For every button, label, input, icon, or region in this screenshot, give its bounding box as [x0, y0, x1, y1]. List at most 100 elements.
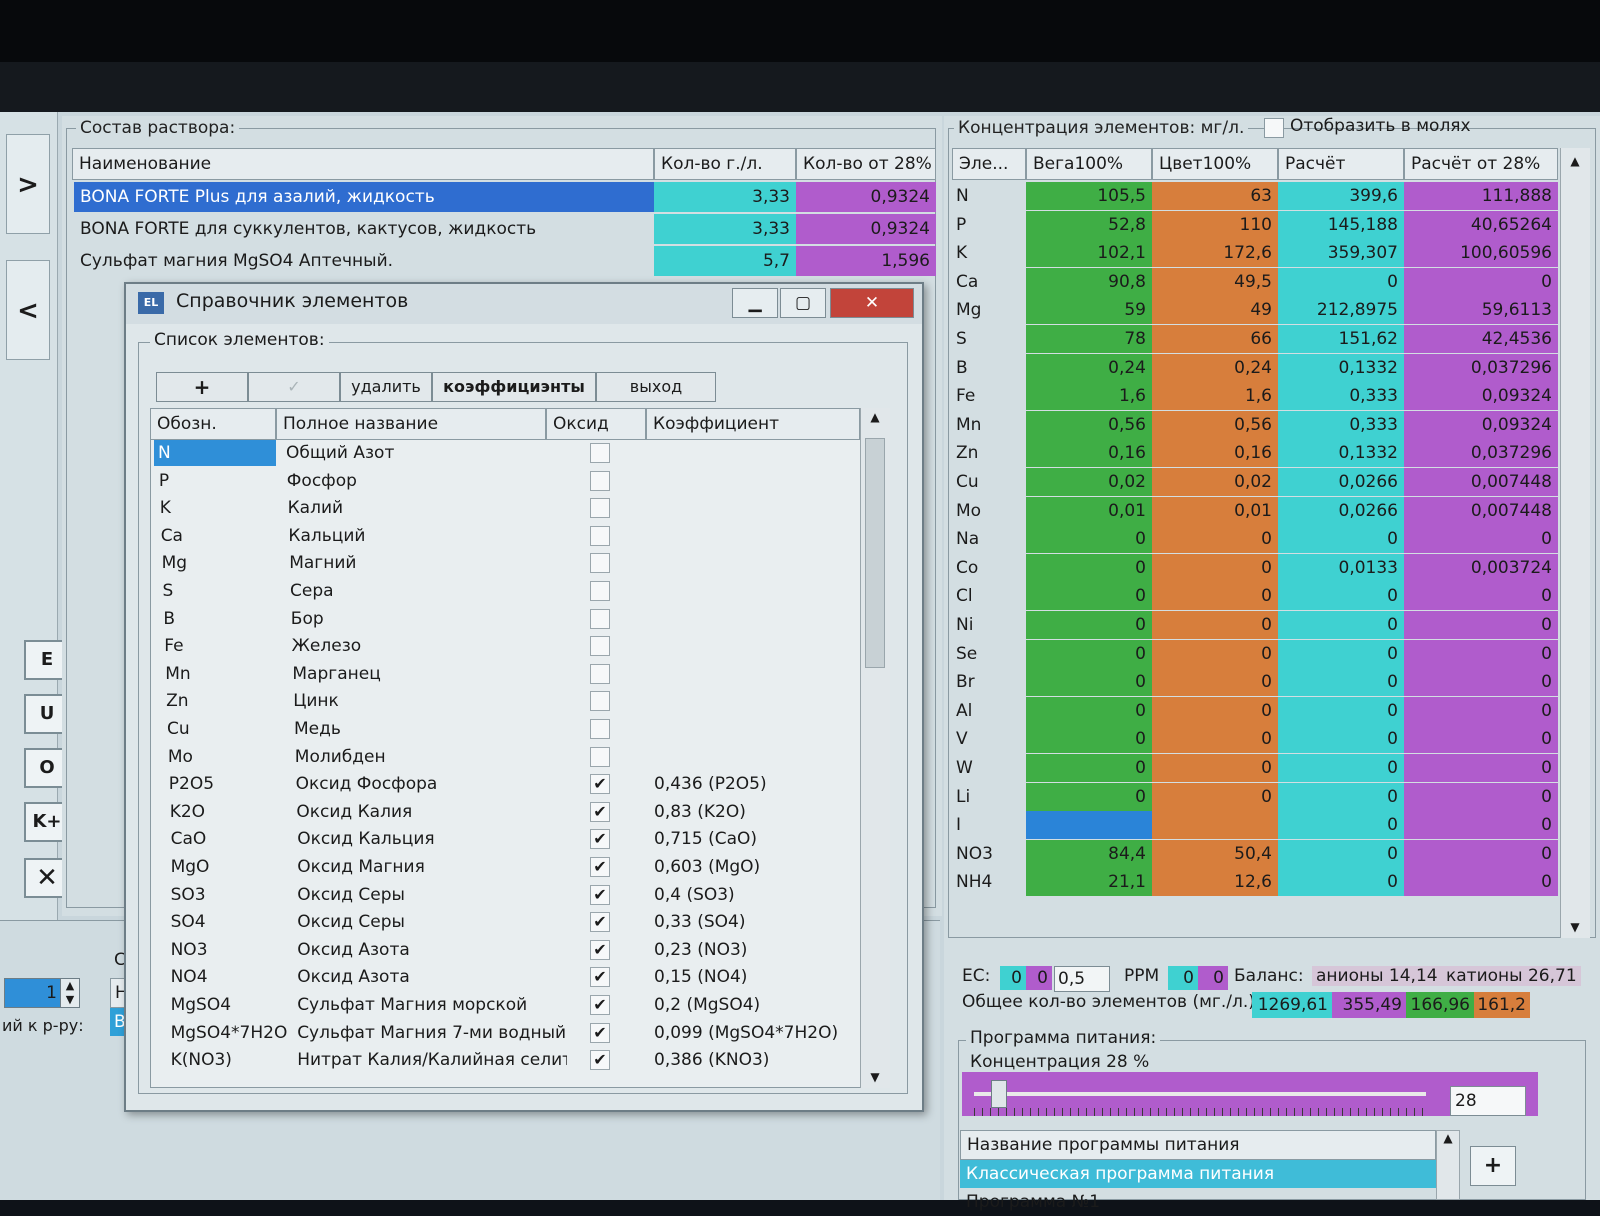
element-fullname[interactable]: Медь: [294, 716, 564, 742]
element-symbol[interactable]: Ca: [952, 268, 1026, 296]
element-symbol[interactable]: Ni: [952, 611, 1026, 639]
vega-value[interactable]: 0: [1026, 611, 1152, 639]
vega-value[interactable]: [1026, 811, 1152, 839]
composition-row-name[interactable]: BONA FORTE для суккулентов, кактусов, жи…: [74, 214, 654, 244]
oxide-checkbox[interactable]: [590, 526, 610, 546]
program-list-item-selected[interactable]: Классическая программа питания: [960, 1160, 1436, 1188]
col-header-name[interactable]: Наименование: [72, 148, 654, 180]
element-coefficient[interactable]: [654, 440, 858, 466]
concentration-scrollbar[interactable]: ▲ ▼: [1560, 148, 1590, 938]
element-symbol[interactable]: S: [159, 578, 281, 604]
composition-row-qty[interactable]: 3,33: [654, 214, 796, 244]
element-fullname[interactable]: Сульфат Магния морской: [297, 992, 567, 1018]
tsvet-value[interactable]: 0: [1152, 697, 1278, 725]
scroll-down-icon[interactable]: ▼: [1561, 920, 1589, 934]
element-symbol[interactable]: Cl: [952, 582, 1026, 610]
element-symbol[interactable]: Zn: [952, 439, 1026, 467]
element-symbol[interactable]: NO3: [167, 937, 289, 963]
element-symbol[interactable]: Na: [952, 525, 1026, 553]
oxide-checkbox-checked[interactable]: ✔: [590, 940, 610, 960]
elements-scrollbar[interactable]: ▲ ▼: [860, 408, 890, 1088]
element-symbol[interactable]: P: [952, 211, 1026, 239]
col-header-oxide[interactable]: Оксид: [546, 408, 646, 440]
tsvet-value[interactable]: 12,6: [1152, 868, 1278, 896]
element-symbol[interactable]: P: [155, 468, 277, 494]
element-fullname[interactable]: Оксид Азота: [297, 937, 567, 963]
dialog-minimize-icon[interactable]: ▁: [732, 288, 778, 318]
tsvet-value[interactable]: 0: [1152, 525, 1278, 553]
oxide-checkbox-checked[interactable]: ✔: [590, 829, 610, 849]
element-coefficient[interactable]: 0,4 (SO3): [654, 882, 858, 908]
element-coefficient[interactable]: [654, 688, 858, 714]
vega-value[interactable]: 102,1: [1026, 239, 1152, 267]
element-symbol[interactable]: MgSO4: [167, 992, 289, 1018]
element-symbol[interactable]: Cu: [163, 716, 285, 742]
vega-value[interactable]: 0: [1026, 697, 1152, 725]
vega-value[interactable]: 0: [1026, 554, 1152, 582]
element-symbol[interactable]: Li: [952, 783, 1026, 811]
prev-button[interactable]: <: [6, 260, 50, 360]
vega-value[interactable]: 0: [1026, 754, 1152, 782]
element-symbol[interactable]: NO3: [952, 840, 1026, 868]
element-coefficient[interactable]: [654, 606, 858, 632]
col-header-qty[interactable]: Кол-во г./л.: [654, 148, 796, 180]
vega-value[interactable]: 52,8: [1026, 211, 1152, 239]
element-symbol[interactable]: S: [952, 325, 1026, 353]
oxide-checkbox-checked[interactable]: ✔: [590, 802, 610, 822]
element-symbol[interactable]: Ca: [157, 523, 279, 549]
oxide-checkbox-checked[interactable]: ✔: [590, 774, 610, 794]
oxide-checkbox[interactable]: [590, 664, 610, 684]
scroll-down-icon[interactable]: ▼: [861, 1070, 889, 1084]
element-symbol[interactable]: Mg: [158, 550, 280, 576]
element-fullname[interactable]: Оксид Кальция: [297, 826, 567, 852]
program-list-header[interactable]: Название программы питания: [960, 1130, 1436, 1160]
composition-row-qty[interactable]: 5,7: [654, 246, 796, 276]
composition-row-name[interactable]: BONA FORTE Plus для азалий, жидкость: [74, 182, 654, 212]
element-symbol[interactable]: K: [952, 239, 1026, 267]
element-symbol[interactable]: P2O5: [165, 771, 287, 797]
coefficients-button[interactable]: коэффициэнты: [432, 372, 596, 402]
tsvet-value[interactable]: 0: [1152, 725, 1278, 753]
moles-checkbox[interactable]: [1264, 118, 1284, 138]
tsvet-value[interactable]: 0,02: [1152, 468, 1278, 496]
element-symbol[interactable]: K2O: [166, 799, 288, 825]
element-symbol[interactable]: Fe: [160, 633, 282, 659]
oxide-checkbox-checked[interactable]: ✔: [590, 967, 610, 987]
col-header-vega[interactable]: Вега100%: [1026, 148, 1152, 180]
vega-value[interactable]: 0,01: [1026, 497, 1152, 525]
tsvet-value[interactable]: 0: [1152, 783, 1278, 811]
oxide-checkbox[interactable]: [590, 636, 610, 656]
col-header-tsvet[interactable]: Цвет100%: [1152, 148, 1278, 180]
composition-row-name[interactable]: Сульфат магния MgSO4 Аптечный.: [74, 246, 654, 276]
tsvet-value[interactable]: 0: [1152, 611, 1278, 639]
element-symbol[interactable]: SO4: [167, 909, 289, 935]
vega-value[interactable]: 90,8: [1026, 268, 1152, 296]
element-fullname[interactable]: Железо: [292, 633, 562, 659]
element-coefficient[interactable]: 0,15 (NO4): [654, 964, 858, 990]
tsvet-value[interactable]: 63: [1152, 182, 1278, 210]
element-symbol[interactable]: V: [952, 725, 1026, 753]
element-coefficient[interactable]: 0,099 (MgSO4*7H2O): [654, 1020, 858, 1046]
element-symbol[interactable]: Mo: [952, 497, 1026, 525]
col-header-coef[interactable]: Коэффициент: [646, 408, 860, 440]
element-symbol[interactable]: Cu: [952, 468, 1026, 496]
tsvet-value[interactable]: 0: [1152, 668, 1278, 696]
element-fullname[interactable]: Кальций: [288, 523, 558, 549]
element-coefficient[interactable]: [654, 468, 858, 494]
element-fullname[interactable]: Оксид Азота: [297, 964, 567, 990]
oxide-checkbox[interactable]: [590, 471, 610, 491]
element-fullname[interactable]: Оксид Серы: [297, 882, 567, 908]
scroll-up-icon[interactable]: ▲: [1561, 154, 1589, 168]
element-fullname[interactable]: Марганец: [292, 661, 562, 687]
oxide-checkbox-checked[interactable]: ✔: [590, 912, 610, 932]
col-header-element[interactable]: Эле...: [952, 148, 1026, 180]
element-symbol[interactable]: K(NO3): [167, 1047, 289, 1073]
edit-element-button[interactable]: ✓: [248, 372, 340, 402]
element-fullname[interactable]: Бор: [291, 606, 561, 632]
element-coefficient[interactable]: [654, 550, 858, 576]
element-symbol[interactable]: Mn: [952, 411, 1026, 439]
tsvet-value[interactable]: 0: [1152, 554, 1278, 582]
tsvet-value[interactable]: 0: [1152, 754, 1278, 782]
oxide-checkbox-checked[interactable]: ✔: [590, 857, 610, 877]
element-symbol[interactable]: B: [159, 606, 281, 632]
